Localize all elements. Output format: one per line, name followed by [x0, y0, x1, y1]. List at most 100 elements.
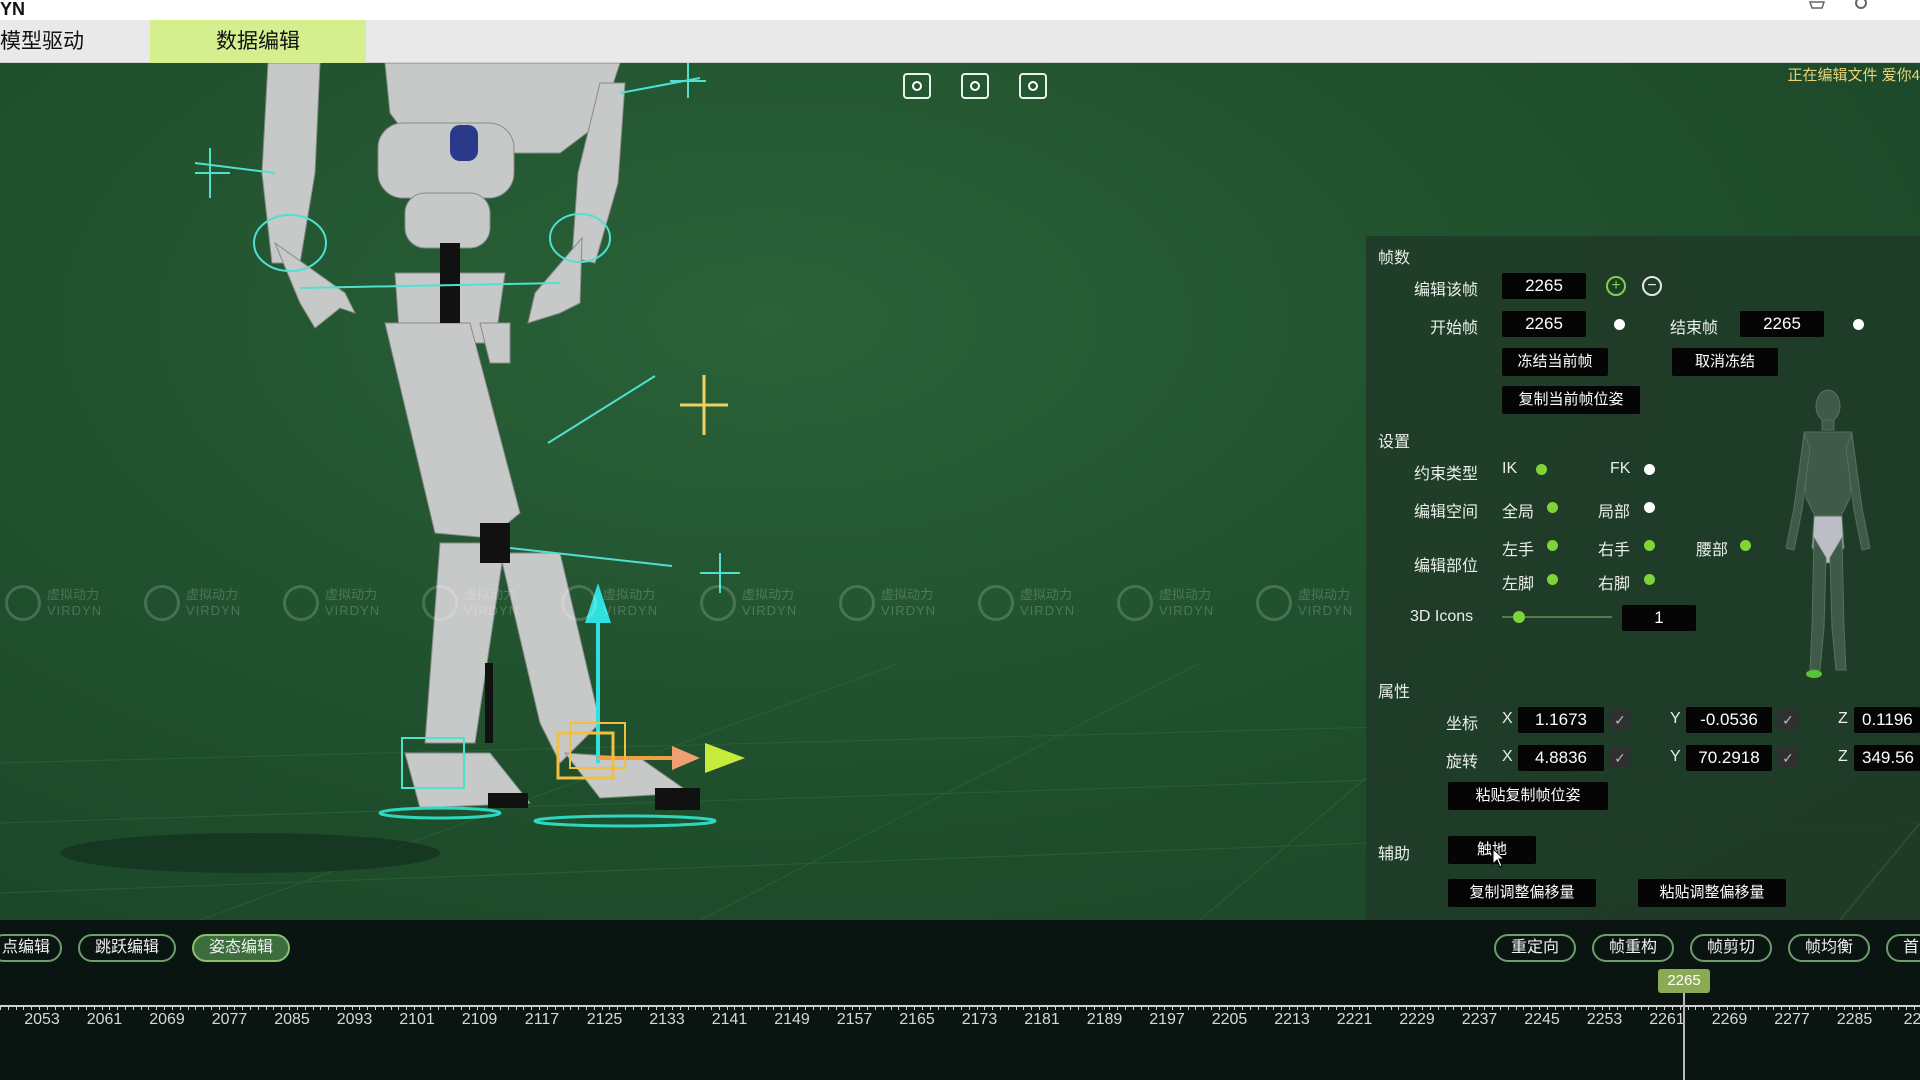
start-frame-label: 开始帧: [1430, 320, 1479, 337]
retarget-button[interactable]: 重定向: [1494, 934, 1576, 962]
start-frame-input[interactable]: 2265: [1502, 311, 1586, 337]
pos-x-checkbox[interactable]: ✓: [1610, 710, 1630, 730]
pos-z-input[interactable]: 0.1196: [1854, 707, 1920, 733]
rot-y-input[interactable]: 70.2918: [1686, 745, 1772, 771]
timeline-tick: [210, 1005, 212, 1010]
timeline-tick: [406, 1005, 408, 1010]
current-frame-badge[interactable]: 2265: [1658, 969, 1710, 993]
tab-model-drive[interactable]: 模型驱动: [0, 20, 100, 63]
3d-icons-label: 3D Icons: [1410, 608, 1474, 625]
frame-cut-button[interactable]: 帧剪切: [1690, 934, 1772, 962]
timeline-tick: [1914, 1005, 1916, 1010]
timeline-tick: [843, 1005, 845, 1010]
end-frame-input[interactable]: 2265: [1740, 311, 1824, 337]
rot-x-checkbox[interactable]: ✓: [1610, 748, 1630, 768]
pos-y-checkbox[interactable]: ✓: [1778, 710, 1798, 730]
paste-offset-button[interactable]: 粘贴调整偏移量: [1638, 879, 1786, 907]
left-foot-radio[interactable]: [1547, 574, 1558, 585]
pos-y-axis: Y: [1670, 710, 1681, 727]
timeline-tick: [265, 1005, 267, 1010]
timeline-tick: [1671, 1005, 1673, 1010]
end-frame-dot[interactable]: [1853, 319, 1864, 330]
camera-frame-icon[interactable]: [961, 73, 989, 99]
timeline-tick: [46, 1005, 48, 1010]
timeline-tick: [648, 1005, 650, 1010]
timeline-tick: [539, 1005, 541, 1010]
freeze-frame-button[interactable]: 冻结当前帧: [1502, 348, 1608, 376]
timeline-tick: [898, 1005, 900, 1010]
first-frame-button[interactable]: 首: [1886, 934, 1920, 962]
copy-pose-button[interactable]: 复制当前帧位姿: [1502, 386, 1640, 414]
timeline-tick-label: 2109: [461, 1011, 498, 1028]
timeline-tick: [765, 1005, 767, 1010]
camera-crop-icon[interactable]: [1019, 73, 1047, 99]
timeline-tick: [601, 1005, 603, 1010]
timeline-tick: [1773, 1005, 1775, 1010]
right-foot-radio[interactable]: [1644, 574, 1655, 585]
fk-radio[interactable]: [1644, 464, 1655, 475]
3d-icons-value[interactable]: 1: [1622, 605, 1696, 631]
global-radio[interactable]: [1547, 502, 1558, 513]
timeline-tick: [929, 1005, 931, 1010]
point-edit-button[interactable]: 点编辑: [0, 934, 62, 962]
left-hand-radio[interactable]: [1547, 540, 1558, 551]
timeline-tick-label: 2261: [1649, 1011, 1685, 1028]
timeline-tick-label: 2101: [399, 1011, 435, 1028]
timeline-tick: [1476, 1005, 1478, 1010]
timeline-tick: [140, 1005, 142, 1010]
timeline-tick: [968, 1005, 970, 1010]
timeline-tick: [1750, 1005, 1751, 1010]
ik-radio[interactable]: [1536, 464, 1547, 475]
body-part-figure[interactable]: [1780, 388, 1876, 680]
timeline-tick: [1554, 1005, 1556, 1010]
timeline-tick: [726, 1005, 728, 1010]
jump-edit-button[interactable]: 跳跃编辑: [78, 934, 176, 962]
copy-offset-button[interactable]: 复制调整偏移量: [1448, 879, 1596, 907]
timeline-tick-label: 2181: [1024, 1011, 1060, 1028]
add-frame-icon[interactable]: +: [1606, 276, 1626, 296]
rot-z-input[interactable]: 349.56: [1854, 745, 1920, 771]
settings-icon[interactable]: [1852, 0, 1870, 12]
frame-rebuild-button[interactable]: 帧重构: [1592, 934, 1674, 962]
timeline-tick: [453, 1005, 455, 1010]
edit-frame-input[interactable]: 2265: [1502, 273, 1586, 299]
ik-label: IK: [1502, 460, 1518, 477]
timeline-tick: [414, 1005, 416, 1010]
window-icon[interactable]: [1808, 0, 1826, 12]
timeline-tick: [1328, 1005, 1330, 1010]
timeline-tick-label: 2085: [274, 1011, 310, 1028]
timeline-tick-label: 2213: [1274, 1011, 1310, 1028]
right-hand-radio[interactable]: [1644, 540, 1655, 551]
timeline-tick: [1812, 1005, 1814, 1010]
playhead[interactable]: [1683, 985, 1685, 1080]
remove-frame-icon[interactable]: −: [1642, 276, 1662, 296]
frame-balance-button[interactable]: 帧均衡: [1788, 934, 1870, 962]
paste-pose-button[interactable]: 粘贴复制帧位姿: [1448, 782, 1608, 810]
start-frame-dot[interactable]: [1614, 319, 1625, 330]
timeline-tick-label: 2165: [899, 1011, 935, 1028]
timeline-tick: [828, 1005, 830, 1010]
timeline-tick: [546, 1005, 548, 1010]
timeline-tick: [1742, 1005, 1744, 1010]
rot-y-checkbox[interactable]: ✓: [1778, 748, 1798, 768]
timeline-tick: [1179, 1005, 1181, 1010]
timeline-tick: [257, 1005, 259, 1010]
unfreeze-button[interactable]: 取消冻结: [1672, 348, 1778, 376]
timeline-tick-label: 2205: [1211, 1011, 1248, 1028]
timeline-tick: [1664, 1005, 1666, 1010]
constraint-type-label: 约束类型: [1414, 466, 1479, 483]
timeline-tick: [1117, 1005, 1119, 1010]
pos-x-input[interactable]: 1.1673: [1518, 707, 1604, 733]
pose-edit-button[interactable]: 姿态编辑: [192, 934, 290, 962]
camera-icon[interactable]: [903, 73, 931, 99]
pos-y-input[interactable]: -0.0536: [1686, 707, 1772, 733]
timeline-tick: [1257, 1005, 1259, 1010]
tab-data-edit[interactable]: 数据编辑: [150, 20, 366, 63]
title-bar: YN: [0, 0, 1920, 20]
timeline-tick: [109, 1005, 111, 1010]
rot-x-input[interactable]: 4.8836: [1518, 745, 1604, 771]
local-radio[interactable]: [1644, 502, 1655, 513]
timeline[interactable]: 2053 2061 2069 2077 2085 2093 2101 2109 2117 2125…: [0, 995, 1920, 1080]
3d-icons-slider-knob[interactable]: [1512, 611, 1525, 623]
waist-radio[interactable]: [1740, 540, 1751, 551]
